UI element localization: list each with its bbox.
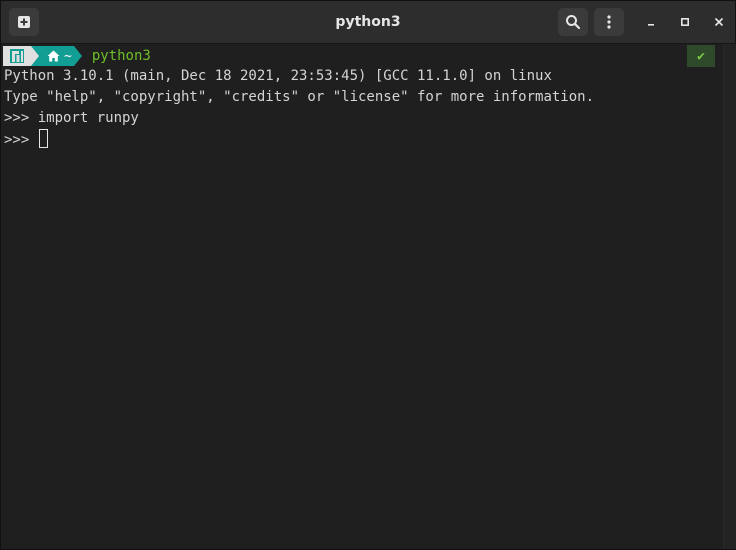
- segment-separator: [73, 46, 82, 66]
- minimize-button[interactable]: [641, 12, 661, 32]
- distro-segment: [3, 46, 31, 66]
- close-icon: [714, 17, 724, 27]
- output-line: Python 3.10.1 (main, Dec 18 2021, 23:53:…: [4, 68, 552, 84]
- shell-prompt: ~ python3: [3, 46, 151, 66]
- new-tab-icon: [18, 16, 30, 28]
- maximize-icon: [680, 17, 690, 27]
- output-line: >>> import runpy: [4, 110, 139, 126]
- terminal-window: python3 ~ python3 ✔ Python 3.10.1 (main,…: [0, 0, 736, 550]
- home-icon: [47, 50, 60, 62]
- command-text: python3: [91, 48, 151, 64]
- terminal-area[interactable]: ~ python3 ✔ Python 3.10.1 (main, Dec 18 …: [1, 44, 723, 549]
- maximize-button[interactable]: [675, 12, 695, 32]
- new-tab-button[interactable]: [9, 8, 39, 36]
- window-title: python3: [335, 14, 401, 30]
- directory-label: ~: [64, 48, 72, 64]
- directory-segment: ~: [39, 46, 74, 66]
- python-prompt: >>>: [4, 132, 38, 148]
- scrollbar[interactable]: [723, 44, 736, 549]
- menu-button[interactable]: [594, 8, 624, 36]
- minimize-icon: [648, 24, 654, 26]
- segment-separator: [31, 46, 39, 66]
- menu-icon: [607, 15, 611, 29]
- search-icon: [566, 15, 581, 30]
- close-button[interactable]: [709, 12, 729, 32]
- header-bar: python3: [1, 1, 735, 44]
- search-button[interactable]: [558, 8, 588, 36]
- text-cursor: [38, 129, 48, 148]
- output-line: Type "help", "copyright", "credits" or "…: [4, 89, 595, 105]
- distro-logo-icon: [10, 49, 24, 63]
- input-line[interactable]: >>>: [4, 129, 48, 150]
- status-ok-badge: ✔: [687, 45, 715, 67]
